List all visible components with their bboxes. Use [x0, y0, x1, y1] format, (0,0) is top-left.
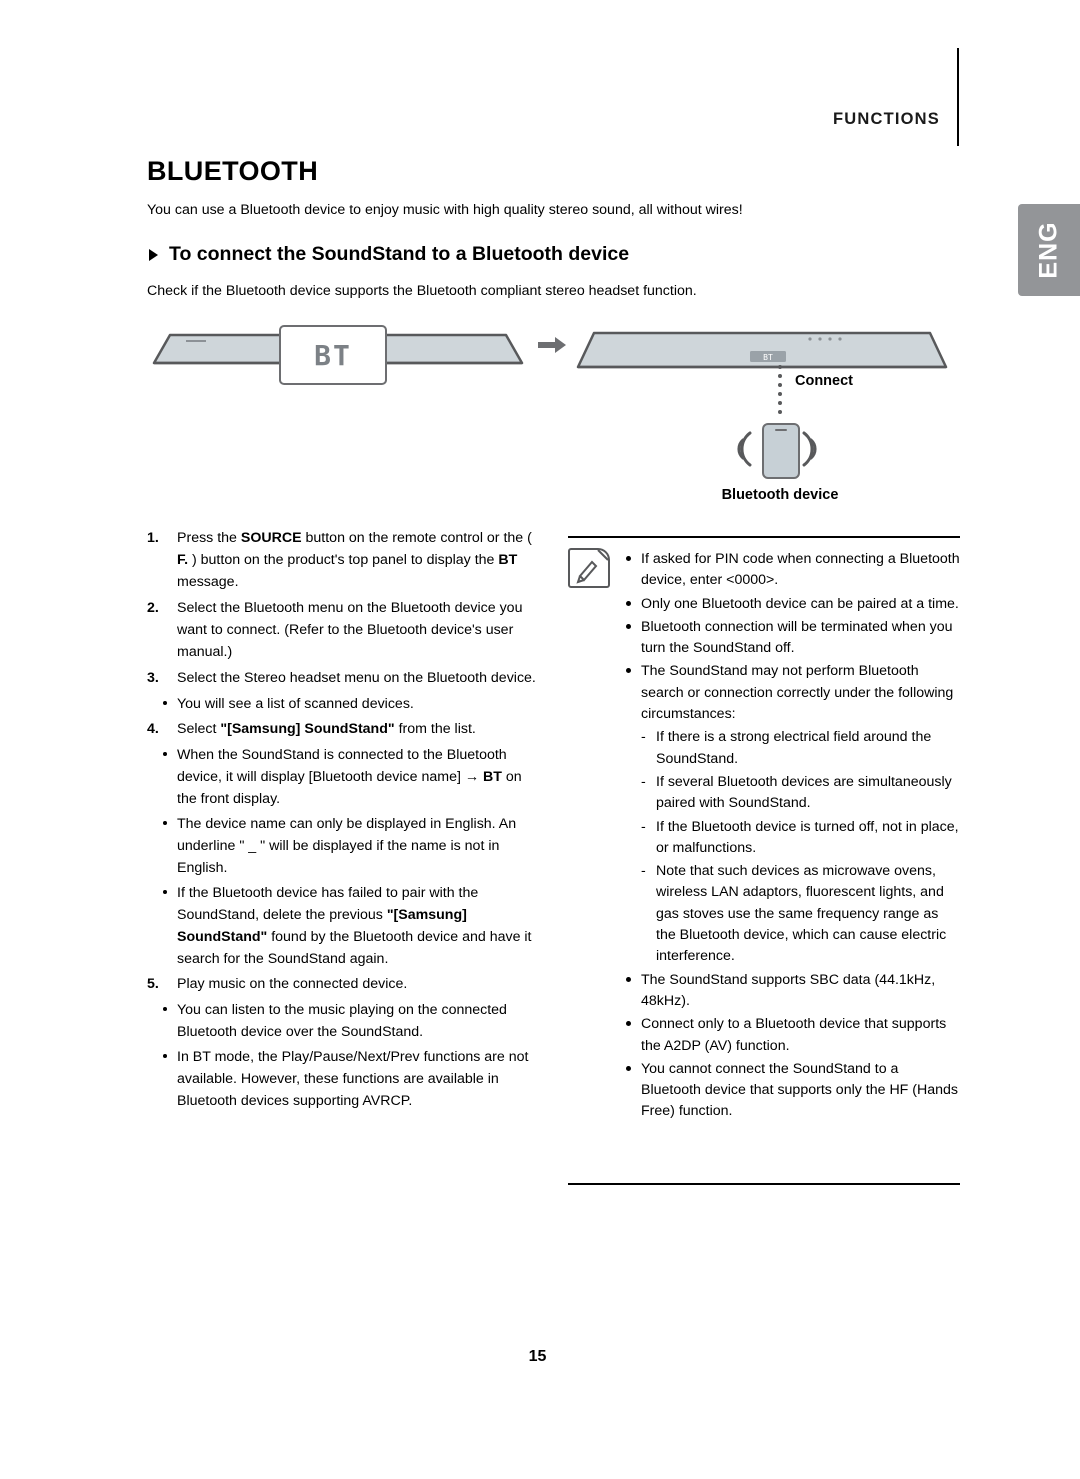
step-item: 4. Select "[Samsung] SoundStand" from the… [147, 718, 539, 740]
connect-label: Connect [795, 373, 853, 389]
connect-dotted-line [778, 365, 782, 423]
bluetooth-device-label: Bluetooth device [721, 487, 839, 503]
step-item: 2. Select the Bluetooth menu on the Bluet… [147, 597, 539, 663]
header-divider-rule [957, 48, 959, 146]
note-bottom-rule [568, 1183, 960, 1185]
step-sub-item: If the Bluetooth device has failed to pa… [147, 882, 539, 970]
signal-wave-left-icon [737, 431, 752, 467]
svg-text:BT: BT [763, 353, 773, 362]
bt-display-callout: BT [279, 325, 387, 385]
step-item: 3. Select the Stereo headset menu on the … [147, 667, 539, 689]
signal-wave-right-icon [802, 431, 817, 467]
step-number: 1. [147, 530, 159, 546]
intro-paragraph: You can use a Bluetooth device to enjoy … [147, 202, 743, 218]
note-item: Bluetooth connection will be terminated … [624, 617, 960, 660]
step-sub-item: When the SoundStand is connected to the … [147, 744, 539, 810]
note-sub-item: Note that such devices as microwave oven… [624, 861, 960, 967]
step-number: 2. [147, 600, 159, 616]
note-sub-item: If there is a strong electrical field ar… [624, 727, 960, 770]
step-item: 5. Play music on the connected device. [147, 973, 539, 995]
step-number: 3. [147, 670, 159, 686]
step-sub-item: You will see a list of scanned devices. [147, 693, 539, 715]
note-item: The SoundStand supports SBC data (44.1kH… [624, 970, 960, 1013]
step-text: Select "[Samsung] SoundStand" from the l… [177, 721, 476, 737]
notes-list: If asked for PIN code when connecting a … [624, 549, 960, 1125]
note-item: Only one Bluetooth device can be paired … [624, 594, 960, 615]
section-title: To connect the SoundStand to a Bluetooth… [147, 243, 629, 266]
step-number: 4. [147, 721, 159, 737]
note-top-rule [568, 536, 960, 538]
flow-arrow-icon [538, 337, 566, 353]
step-text: Select the Bluetooth menu on the Bluetoo… [177, 600, 523, 660]
step-item: 1. Press the SOURCE button on the remote … [147, 527, 539, 593]
step-sub-item: You can listen to the music playing on t… [147, 999, 539, 1043]
page-number: 15 [0, 1348, 1080, 1366]
page-title: BLUETOOTH [147, 156, 319, 186]
note-icon [568, 548, 610, 588]
step-text: Press the SOURCE button on the remote co… [177, 530, 532, 590]
soundstand-right-illustration: BT [576, 331, 948, 369]
note-item: The SoundStand may not perform Bluetooth… [624, 661, 960, 725]
steps-list: 1. Press the SOURCE button on the remote … [147, 527, 539, 1115]
note-item: Connect only to a Bluetooth device that … [624, 1014, 960, 1057]
language-tab-label: ENG [1034, 221, 1063, 279]
step-text: Select the Stereo headset menu on the Bl… [177, 670, 536, 686]
section-label: FUNCTIONS [832, 110, 940, 128]
bt-display-text: BT [314, 338, 352, 372]
step-sub-item: The device name can only be displayed in… [147, 813, 539, 879]
step-number: 5. [147, 976, 159, 992]
section-title-text: To connect the SoundStand to a Bluetooth… [169, 243, 630, 265]
note-sub-item: If several Bluetooth devices are simulta… [624, 772, 960, 815]
illustration-area: BT BT Connect Bluetooth device [140, 315, 960, 515]
language-tab: ENG [1018, 204, 1080, 296]
page-number-text: 15 [528, 1348, 547, 1365]
step-text: Play music on the connected device. [177, 976, 408, 992]
step-sub-item: In BT mode, the Play/Pause/Next/Prev fun… [147, 1046, 539, 1112]
note-item: If asked for PIN code when connecting a … [624, 549, 960, 592]
note-sub-item: If the Bluetooth device is turned off, n… [624, 817, 960, 860]
check-paragraph: Check if the Bluetooth device supports t… [147, 283, 697, 299]
note-item: You cannot connect the SoundStand to a B… [624, 1059, 960, 1123]
smartphone-icon [762, 423, 800, 479]
